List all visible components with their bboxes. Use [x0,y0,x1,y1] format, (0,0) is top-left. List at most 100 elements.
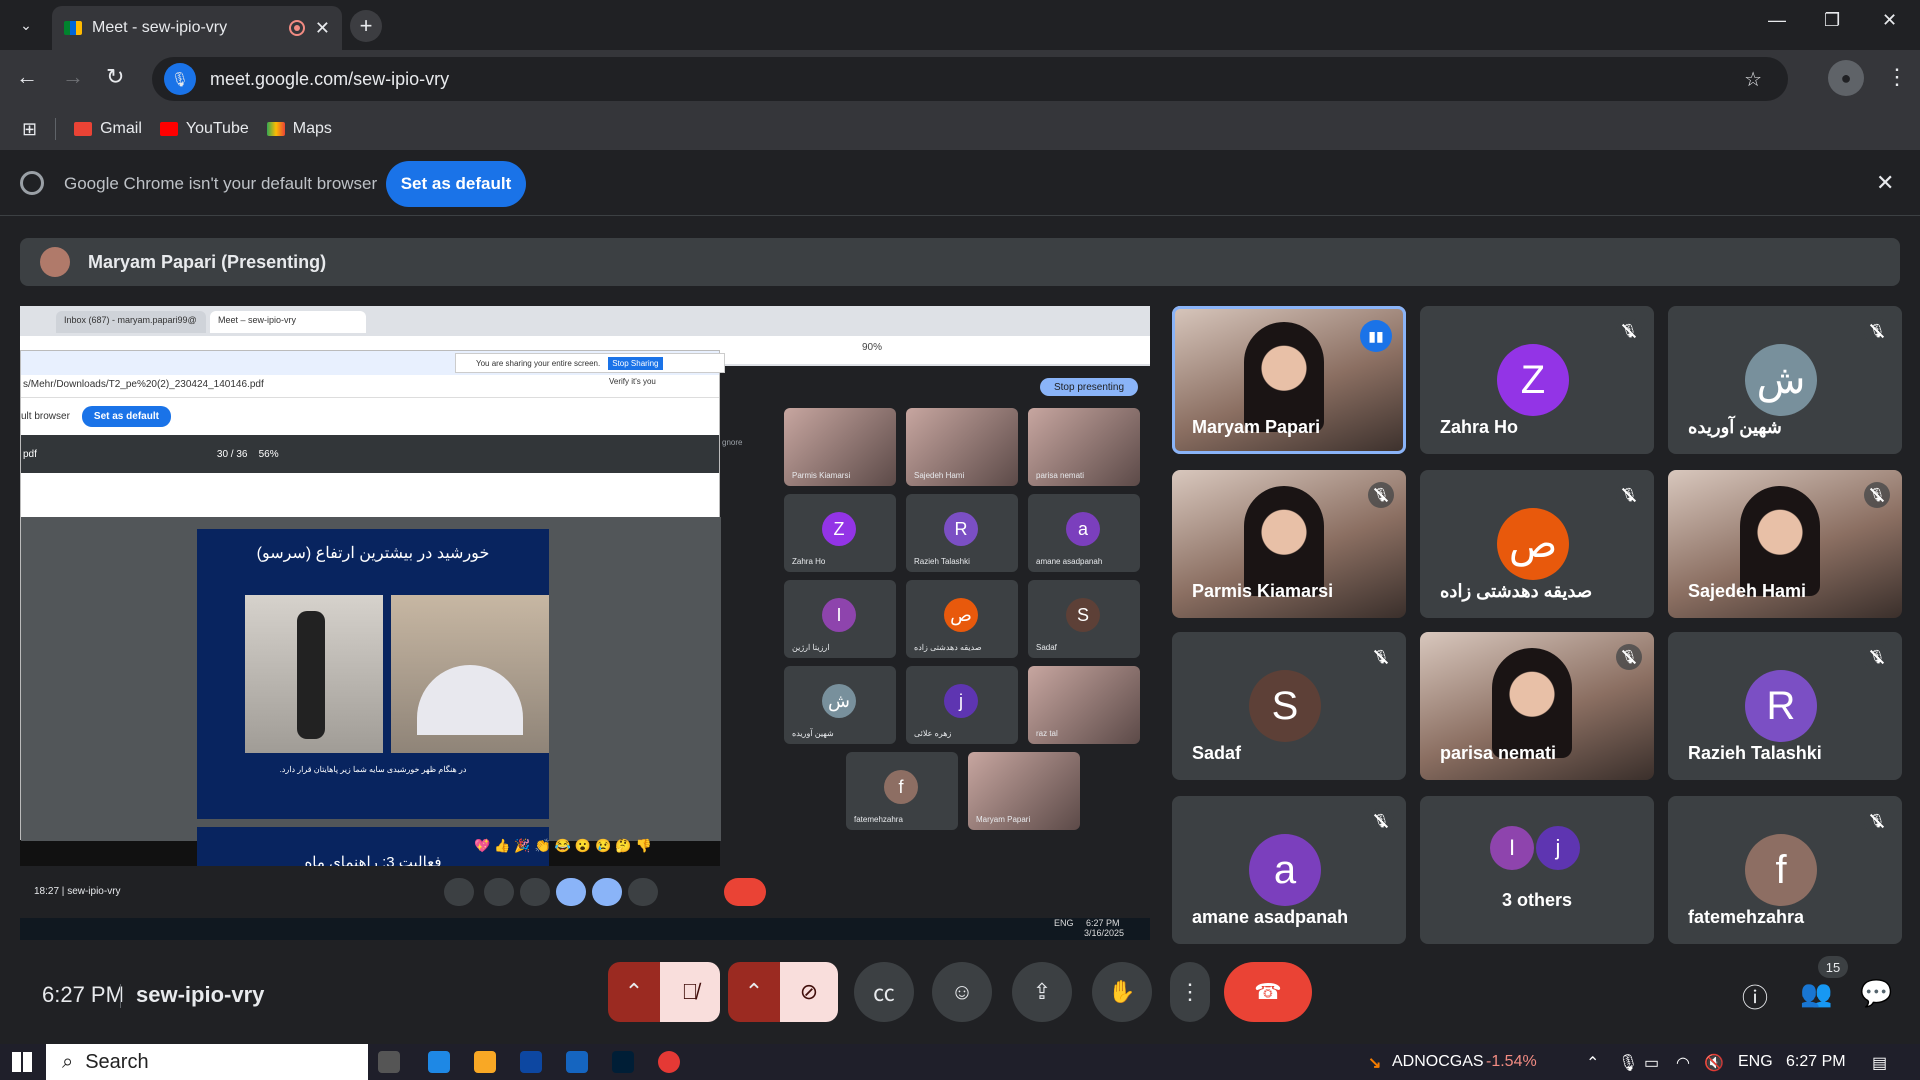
shared-taskbar: ENG 6:27 PM 3/16/2025 [20,918,1150,940]
shared-meet-code: sew-ipio-vry [67,886,121,897]
stop-presenting-button: Stop presenting [1040,378,1138,396]
participant-tile[interactable]: a amane asadpanah 🎙 [1172,796,1406,944]
tab-close-icon[interactable]: ✕ [315,18,330,39]
apps-grid-icon[interactable]: ⊞ [22,119,37,140]
participant-video [1492,648,1572,758]
participant-video [1244,486,1324,596]
participant-avatar: ص [1497,508,1569,580]
participant-name: Maryam Papari [1192,417,1321,437]
end-call-button[interactable]: ☎ [1224,962,1312,1022]
shared-participant-tile: S Sadaf [1028,580,1140,658]
edge-icon[interactable] [428,1051,450,1073]
participant-tile[interactable]: ش شهین آوریده 🎙 [1668,306,1902,454]
shared-participant-tile: Maryam Papari [968,752,1080,830]
bookmark-youtube[interactable]: YouTube [159,120,249,138]
participant-tile[interactable]: Sajedeh Hami 🎙 [1668,470,1902,618]
tray-lang[interactable]: ENG [1738,1053,1773,1071]
participant-avatar: Z [1497,344,1569,416]
maps-icon [266,122,285,136]
participant-avatar: a [1249,834,1321,906]
participant-avatar: I [1490,826,1534,870]
participant-tile[interactable]: ص صدیقه دهدشتی زاده 🎙 [1420,470,1654,618]
bookmark-maps[interactable]: Maps [266,120,332,138]
bookmark-label: YouTube [185,120,249,137]
back-icon[interactable]: ← [16,64,38,90]
camera-off-icon[interactable]: ⊘ [780,962,838,1022]
captions-icon[interactable]: ㏄ [854,962,914,1022]
shared-zoom: 90% [862,342,883,353]
participant-tile[interactable]: Parmis Kiamarsi 🎙 [1172,470,1406,618]
participant-tile[interactable]: Z Zahra Ho 🎙 [1420,306,1654,454]
shared-participant-tile: ص صدیقه دهدشتی زاده [906,580,1018,658]
store-icon[interactable] [520,1051,542,1073]
windows-start-icon[interactable] [12,1052,32,1072]
participant-tile[interactable]: R Razieh Talashki 🎙 [1668,632,1902,780]
tab-meet[interactable]: Meet - sew-ipio-vry ✕ [52,6,342,50]
audio-options-button[interactable]: ⌃ [608,962,660,1022]
chrome-logo-icon [20,171,44,195]
address-bar[interactable]: 🎙 meet.google.com/sew-ipio-vry ☆ [152,57,1788,101]
stop-sharing-button: Stop Sharing [608,356,663,370]
chrome-menu-icon[interactable]: ⋮ [1886,64,1908,90]
tray-chevron-icon[interactable]: ⌃ [1586,1053,1599,1073]
pdf-slide: خورشید در بیشترین ارتفاع (سرسو) در هنگام… [197,529,549,819]
new-tab-button[interactable]: + [350,10,382,42]
chrome-taskbar-icon[interactable] [658,1051,680,1073]
mail-icon[interactable] [566,1051,588,1073]
participant-video [1740,486,1820,596]
more-options-icon[interactable]: ⋮ [1170,962,1210,1022]
shared-participant-avatar: ش [822,684,856,718]
shared-participant-tile: Z Zahra Ho [784,494,896,572]
restore-icon[interactable]: ❐ [1824,10,1840,31]
minimize-icon[interactable]: — [1768,10,1786,31]
wifi-icon[interactable]: ◠ [1676,1053,1690,1073]
meeting-info-icon[interactable]: ⓘ [1742,978,1768,1015]
mic-muted-icon: 🎙 [1368,644,1394,670]
participant-name: Parmis Kiamarsi [1192,581,1334,601]
participant-name: شهین آوریده [1688,417,1782,437]
raise-hand-icon[interactable]: ✋ [1092,962,1152,1022]
close-window-icon[interactable]: ✕ [1882,10,1897,31]
set-default-button[interactable]: Set as default [386,161,526,207]
shared-mic-icon [444,878,474,906]
participant-tile[interactable]: Maryam Papari ▮▮ [1172,306,1406,454]
battery-icon[interactable]: ▭ [1644,1053,1659,1073]
emoji-icon[interactable]: ☺ [932,962,992,1022]
taskbar-search[interactable]: ⌕ Search [46,1044,368,1080]
bookmark-label: Maps [292,120,332,137]
tray-time[interactable]: 6:27 PM [1786,1053,1846,1071]
mic-muted-icon[interactable]: 🎙̸ [660,962,720,1022]
participant-tile[interactable]: parisa nemati 🎙 [1420,632,1654,780]
infobar-close-icon[interactable]: ✕ [1876,170,1894,196]
participant-name: صدیقه دهدشتی زاده [1440,581,1593,601]
shared-participant-avatar: a [1066,512,1100,546]
task-view-icon[interactable] [378,1051,400,1073]
video-options-button[interactable]: ⌃ [728,962,780,1022]
tab-search-icon[interactable]: ⌄ [10,9,42,41]
shared-participant-avatar: R [944,512,978,546]
file-explorer-icon[interactable] [474,1051,496,1073]
bookmark-gmail[interactable]: Gmail [74,120,142,138]
shared-emoji-icon [556,878,586,906]
presenter-bar: Maryam Papari (Presenting) [20,238,1900,286]
photoshop-icon[interactable] [612,1051,634,1073]
bookmark-star-icon[interactable]: ☆ [1744,67,1762,92]
profile-icon[interactable]: ● [1828,60,1864,96]
participant-tile[interactable]: Ij 3 others [1420,796,1654,944]
volume-muted-icon[interactable]: 🔇 [1704,1053,1724,1073]
chat-icon[interactable]: 💬 [1860,978,1892,1009]
forward-icon[interactable]: → [62,64,84,90]
present-screen-icon[interactable]: ⇪ [1012,962,1072,1022]
mic-muted-icon: 🎙 [1864,318,1890,344]
stock-name[interactable]: ADNOCGAS [1392,1053,1484,1071]
participant-tile[interactable]: f fatemehzahra 🎙 [1668,796,1902,944]
shared-participant-avatar: j [944,684,978,718]
mic-muted-icon: 🎙 [1864,644,1890,670]
participant-tile[interactable]: S Sadaf 🎙 [1172,632,1406,780]
people-icon[interactable]: 👥 [1800,978,1832,1009]
taskbar-search-label: Search [85,1050,149,1073]
participant-avatar: R [1745,670,1817,742]
reload-icon[interactable]: ↻ [106,64,124,90]
notification-icon[interactable]: ▤ [1872,1053,1887,1073]
windows-taskbar: ⌕ Search ↘ ADNOCGAS -1.54% ⌃ 🎙 ▭ ◠ 🔇 ENG… [0,1044,1920,1080]
